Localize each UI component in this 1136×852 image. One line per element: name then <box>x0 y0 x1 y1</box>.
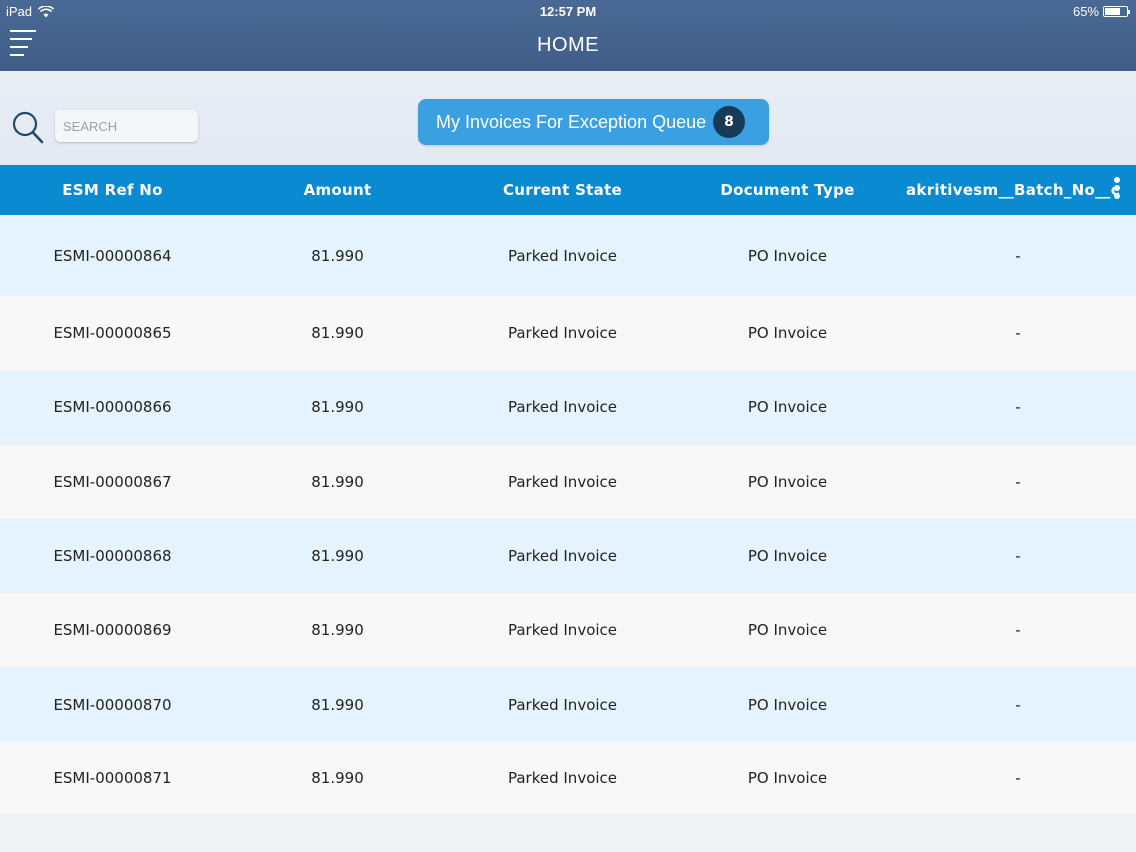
cell-current-state: Parked Invoice <box>507 324 618 343</box>
cell-batch-no: - <box>1015 547 1021 566</box>
battery-percent: 65% <box>1072 4 1099 19</box>
battery-level <box>1105 8 1120 15</box>
cell-batch-no: - <box>1015 621 1021 640</box>
more-vertical-icon[interactable] <box>1112 177 1122 203</box>
cell-document-type: PO Invoice <box>747 768 828 787</box>
table-body: ESMI-00000864 81.990 Parked Invoice PO I… <box>0 215 1136 814</box>
table-header: ESM Ref No Amount Current State Document… <box>0 165 1136 215</box>
cell-current-state: Parked Invoice <box>507 547 618 566</box>
column-header-batch-no[interactable]: akritivesm__Batch_No__c <box>900 165 1136 215</box>
cell-batch-no: - <box>1015 768 1021 787</box>
cell-esm-ref: ESMI-00000871 <box>53 768 172 787</box>
cell-esm-ref: ESMI-00000869 <box>53 621 172 640</box>
top-bar: iPad 12:57 PM 65% HOME <box>0 0 1136 71</box>
cell-document-type: PO Invoice <box>747 695 828 714</box>
cell-document-type: PO Invoice <box>747 246 828 265</box>
status-time: 12:57 PM <box>539 4 597 19</box>
cell-current-state: Parked Invoice <box>507 621 618 640</box>
table-row[interactable]: ESMI-00000868 81.990 Parked Invoice PO I… <box>0 518 1136 594</box>
search-input[interactable] <box>55 110 198 142</box>
cell-esm-ref: ESMI-00000866 <box>53 398 172 417</box>
cell-amount: 81.990 <box>311 768 364 787</box>
cell-document-type: PO Invoice <box>747 472 828 491</box>
cell-esm-ref: ESMI-00000865 <box>53 324 172 343</box>
cell-current-state: Parked Invoice <box>507 398 618 417</box>
cell-current-state: Parked Invoice <box>507 472 618 491</box>
queue-count-badge: 8 <box>713 106 745 138</box>
cell-amount: 81.990 <box>311 695 364 714</box>
cell-amount: 81.990 <box>311 472 364 491</box>
table-row[interactable]: ESMI-00000864 81.990 Parked Invoice PO I… <box>0 215 1136 296</box>
table-row[interactable]: ESMI-00000871 81.990 Parked Invoice PO I… <box>0 741 1136 814</box>
cell-batch-no: - <box>1015 472 1021 491</box>
table-row[interactable]: ESMI-00000867 81.990 Parked Invoice PO I… <box>0 444 1136 519</box>
cell-amount: 81.990 <box>311 547 364 566</box>
table-row[interactable]: ESMI-00000865 81.990 Parked Invoice PO I… <box>0 296 1136 371</box>
column-header-document-type[interactable]: Document Type <box>675 165 900 215</box>
cell-batch-no: - <box>1015 695 1021 714</box>
cell-batch-no: - <box>1015 246 1021 265</box>
cell-current-state: Parked Invoice <box>507 246 618 265</box>
cell-document-type: PO Invoice <box>747 398 828 417</box>
table-row[interactable]: ESMI-00000866 81.990 Parked Invoice PO I… <box>0 370 1136 445</box>
cell-current-state: Parked Invoice <box>507 768 618 787</box>
cell-esm-ref: ESMI-00000864 <box>53 246 172 265</box>
cell-amount: 81.990 <box>311 324 364 343</box>
column-header-amount[interactable]: Amount <box>225 165 450 215</box>
invoice-table: ESM Ref No Amount Current State Document… <box>0 165 1136 814</box>
column-header-esm-ref[interactable]: ESM Ref No <box>0 165 225 215</box>
search-icon[interactable] <box>12 111 44 145</box>
toolbar: My Invoices For Exception Queue 8 <box>0 71 1136 165</box>
battery-icon <box>1103 6 1130 17</box>
cell-document-type: PO Invoice <box>747 547 828 566</box>
cell-esm-ref: ESMI-00000868 <box>53 547 172 566</box>
cell-document-type: PO Invoice <box>747 324 828 343</box>
cell-amount: 81.990 <box>311 621 364 640</box>
cell-batch-no: - <box>1015 324 1021 343</box>
table-row[interactable]: ESMI-00000870 81.990 Parked Invoice PO I… <box>0 667 1136 742</box>
page-title: HOME <box>537 34 599 56</box>
exception-queue-label: My Invoices For Exception Queue <box>436 111 707 132</box>
cell-esm-ref: ESMI-00000870 <box>53 695 172 714</box>
cell-amount: 81.990 <box>311 398 364 417</box>
cell-document-type: PO Invoice <box>747 621 828 640</box>
cell-current-state: Parked Invoice <box>507 695 618 714</box>
cell-esm-ref: ESMI-00000867 <box>53 472 172 491</box>
cell-batch-no: - <box>1015 398 1021 417</box>
exception-queue-button[interactable]: My Invoices For Exception Queue 8 <box>418 99 769 145</box>
table-row[interactable]: ESMI-00000869 81.990 Parked Invoice PO I… <box>0 593 1136 668</box>
column-header-current-state[interactable]: Current State <box>450 165 675 215</box>
cell-amount: 81.990 <box>311 246 364 265</box>
status-bar: iPad 12:57 PM 65% <box>0 0 1136 22</box>
